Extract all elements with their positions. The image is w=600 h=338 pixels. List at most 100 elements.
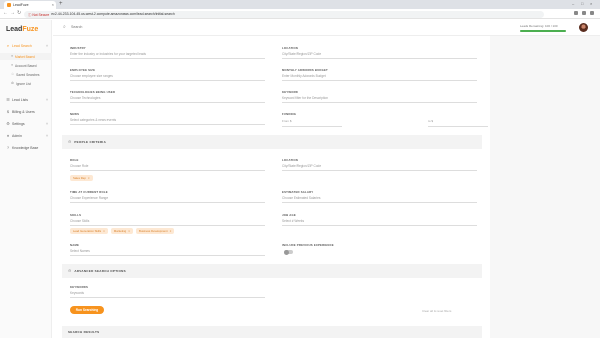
- field-value[interactable]: Keywords: [70, 291, 265, 298]
- menu-icon[interactable]: [590, 11, 594, 15]
- dollar-icon: $: [6, 109, 10, 114]
- field-label: KEYWORD: [282, 90, 299, 94]
- funding-from-input[interactable]: From $: [282, 119, 342, 127]
- people-criteria-header[interactable]: ⊖ PEOPLE CRITERIA: [62, 135, 482, 149]
- technologies-field[interactable]: TECHNOLOGIES BEING USED Choose Technolog…: [70, 90, 265, 103]
- maximize-icon[interactable]: □: [581, 2, 583, 6]
- collapse-icon[interactable]: ⊖: [68, 269, 71, 273]
- top-bar: ⌕: [53, 20, 600, 36]
- window-close-icon[interactable]: ×: [590, 2, 592, 6]
- company-location-field[interactable]: LOCATION City/State/Region/ZIP Code: [282, 46, 477, 59]
- keywords-field[interactable]: KEYWORDS Keywords: [70, 285, 265, 298]
- role-field[interactable]: ROLE Choose Role: [70, 158, 265, 171]
- search-form: INDUSTRY Enter the industry or industrie…: [62, 40, 488, 338]
- field-value[interactable]: Choose Experience Range: [70, 196, 265, 203]
- run-search-button[interactable]: Run Searching: [70, 306, 104, 314]
- field-value[interactable]: City/State/Region/ZIP Code: [282, 164, 477, 171]
- skill-chip[interactable]: Marketing ×: [110, 228, 133, 234]
- employee-size-field[interactable]: EMPLOYEE SIZE Choose employee size range…: [70, 68, 265, 81]
- advanced-options-header[interactable]: ⊖ ADVANCED SEARCH OPTIONS: [62, 264, 482, 278]
- section-title: ADVANCED SEARCH OPTIONS: [74, 269, 126, 273]
- sidebar-subitem-market-based[interactable]: ≡ Market Based: [0, 53, 52, 60]
- leads-remaining-label: Leads Remaining: 100 / 100: [520, 24, 558, 28]
- url-field[interactable]: ⓘ Not Secure ec2-44-233-104-45.us-west-2…: [24, 10, 544, 18]
- field-label: INCLUDE PREVIOUS EXPERIENCE: [282, 243, 334, 247]
- field-value[interactable]: Select categories & news events: [70, 118, 265, 125]
- field-value[interactable]: Choose employee size ranges: [70, 74, 265, 81]
- tab-title: LeadFuze: [13, 3, 29, 7]
- minimize-icon[interactable]: –: [572, 2, 574, 6]
- time-in-role-field[interactable]: TIME AT CURRENT ROLE Choose Experience R…: [70, 190, 265, 203]
- field-value[interactable]: Select Names: [70, 249, 265, 256]
- not-secure-badge[interactable]: ⓘ Not Secure: [28, 12, 49, 17]
- skill-chip[interactable]: Business Development ×: [135, 228, 175, 234]
- sidebar-subitem-saved-searches[interactable]: ☆ Saved Searches: [0, 71, 52, 78]
- field-value[interactable]: Choose Skills: [70, 219, 265, 226]
- field-value[interactable]: Choose Role: [70, 164, 265, 171]
- sidebar-item-lead-search[interactable]: ⌕ Lead Search ˄: [0, 42, 52, 50]
- remove-chip-icon[interactable]: ×: [170, 229, 172, 233]
- adwords-budget-field[interactable]: MONTHLY ADWORDS BUDGET Enter Monthly Adw…: [282, 68, 477, 81]
- sidebar-item-lead-lists[interactable]: ☰ Lead Lists ˅: [0, 96, 52, 104]
- field-value[interactable]: Enter the industry or industries for you…: [70, 52, 265, 59]
- role-chip[interactable]: Sales Rep ×: [70, 175, 93, 181]
- field-value[interactable]: Choose Estimated Salaries: [282, 196, 477, 203]
- leadfuze-logo[interactable]: LeadFuze: [6, 26, 38, 33]
- people-location-field[interactable]: LOCATION City/State/Region/ZIP Code: [282, 158, 477, 171]
- search-icon: ⌕: [6, 43, 10, 48]
- forward-icon[interactable]: →: [10, 11, 15, 16]
- chevron-down-icon: ˅: [45, 98, 48, 102]
- sidebar-subitem-account-based[interactable]: ≡ Account Based: [0, 62, 52, 69]
- sidebar-subitem-ignore-list[interactable]: ⊘ Ignore List: [0, 80, 52, 87]
- field-value[interactable]: Choose Technologies: [70, 96, 265, 103]
- field-value[interactable]: Select # Weeks: [282, 219, 477, 226]
- previous-experience-toggle[interactable]: [284, 249, 293, 255]
- global-search-input[interactable]: [71, 25, 271, 29]
- keyword-field[interactable]: KEYWORD Keyword filter for the Descripti…: [282, 90, 477, 103]
- tab-close-icon[interactable]: ×: [52, 3, 54, 7]
- extension-icon[interactable]: [582, 11, 586, 15]
- field-value[interactable]: City/State/Region/ZIP Code: [282, 52, 477, 59]
- new-tab-button[interactable]: +: [59, 1, 63, 8]
- funding-to-input[interactable]: to $: [428, 119, 488, 127]
- sidebar-item-billing-users[interactable]: $ Billing & Users: [0, 108, 52, 116]
- list-icon: ≡: [11, 62, 14, 67]
- sidebar-item-label: Knowledge Base: [12, 146, 39, 150]
- field-label: NEWS: [70, 112, 80, 116]
- field-label: ESTIMATED SALARY: [282, 190, 314, 194]
- sidebar-item-settings[interactable]: ⚙ Settings ˅: [0, 120, 52, 128]
- industry-field[interactable]: INDUSTRY Enter the industry or industrie…: [70, 46, 265, 59]
- sidebar-subitem-label: Market Based: [15, 54, 35, 59]
- logo-text-accent: Fuze: [22, 26, 39, 33]
- avatar[interactable]: [579, 23, 588, 32]
- skills-field[interactable]: SKILLS Choose Skills: [70, 213, 265, 226]
- field-value[interactable]: Enter Monthly Adwords Budget: [282, 74, 477, 81]
- search-results-header[interactable]: SEARCH RESULTS: [62, 326, 482, 338]
- help-icon: ?: [6, 145, 10, 150]
- sidebar-item-knowledge-base[interactable]: ? Knowledge Base: [0, 144, 52, 152]
- chip-label: Marketing: [113, 229, 127, 233]
- sidebar-item-label: Lead Search: [12, 44, 32, 48]
- name-field[interactable]: NAME Select Names: [70, 243, 265, 256]
- browser-tab[interactable]: LeadFuze ×: [4, 1, 56, 9]
- bookmark-icon[interactable]: [574, 11, 578, 15]
- reload-icon[interactable]: ↻: [17, 11, 21, 16]
- remove-chip-icon[interactable]: ×: [103, 229, 105, 233]
- clear-filters-link[interactable]: Clear all & reset filters: [422, 309, 451, 313]
- sidebar-item-admin[interactable]: ♦ Admin ˅: [0, 132, 52, 140]
- sidebar-subitem-label: Ignore List: [15, 81, 31, 86]
- back-icon[interactable]: ←: [3, 11, 8, 16]
- toggle-knob: [284, 249, 289, 255]
- field-label: NAME: [70, 243, 80, 247]
- job-age-field[interactable]: JOB AGE Select # Weeks: [282, 213, 477, 226]
- collapse-icon[interactable]: ⊖: [68, 140, 71, 144]
- previous-experience-field: INCLUDE PREVIOUS EXPERIENCE: [282, 243, 477, 247]
- star-icon: ☆: [11, 71, 15, 76]
- field-value[interactable]: Keyword filter for the Description: [282, 96, 477, 103]
- estimated-salary-field[interactable]: ESTIMATED SALARY Choose Estimated Salari…: [282, 190, 477, 203]
- skill-chip[interactable]: Lead Generation Skills ×: [70, 228, 108, 234]
- remove-chip-icon[interactable]: ×: [88, 176, 90, 180]
- sidebar-item-label: Lead Lists: [12, 98, 28, 102]
- remove-chip-icon[interactable]: ×: [128, 229, 130, 233]
- news-field[interactable]: NEWS Select categories & news events: [70, 112, 265, 125]
